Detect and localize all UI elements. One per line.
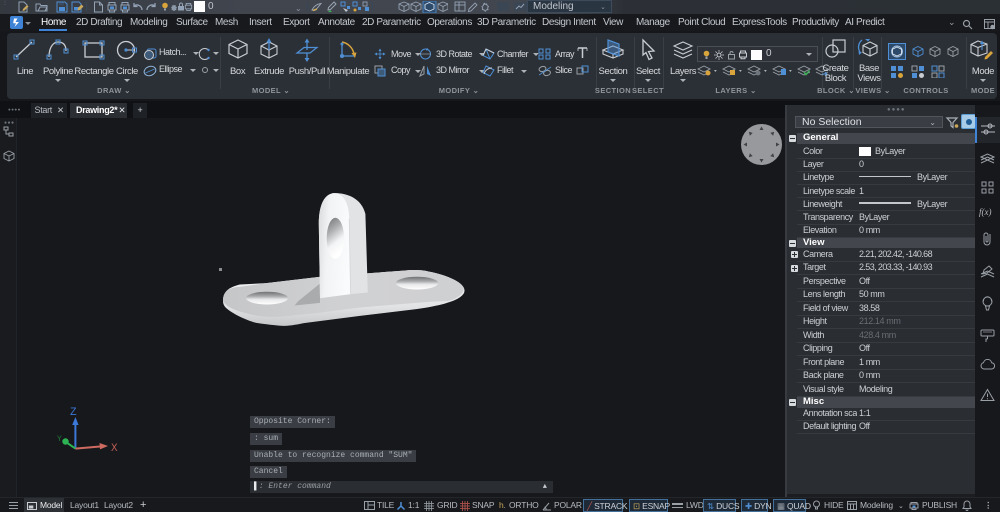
- svg-text:Z: Z: [70, 407, 77, 419]
- svg-text:X: X: [111, 443, 118, 455]
- svg-text:Y: Y: [57, 435, 62, 444]
